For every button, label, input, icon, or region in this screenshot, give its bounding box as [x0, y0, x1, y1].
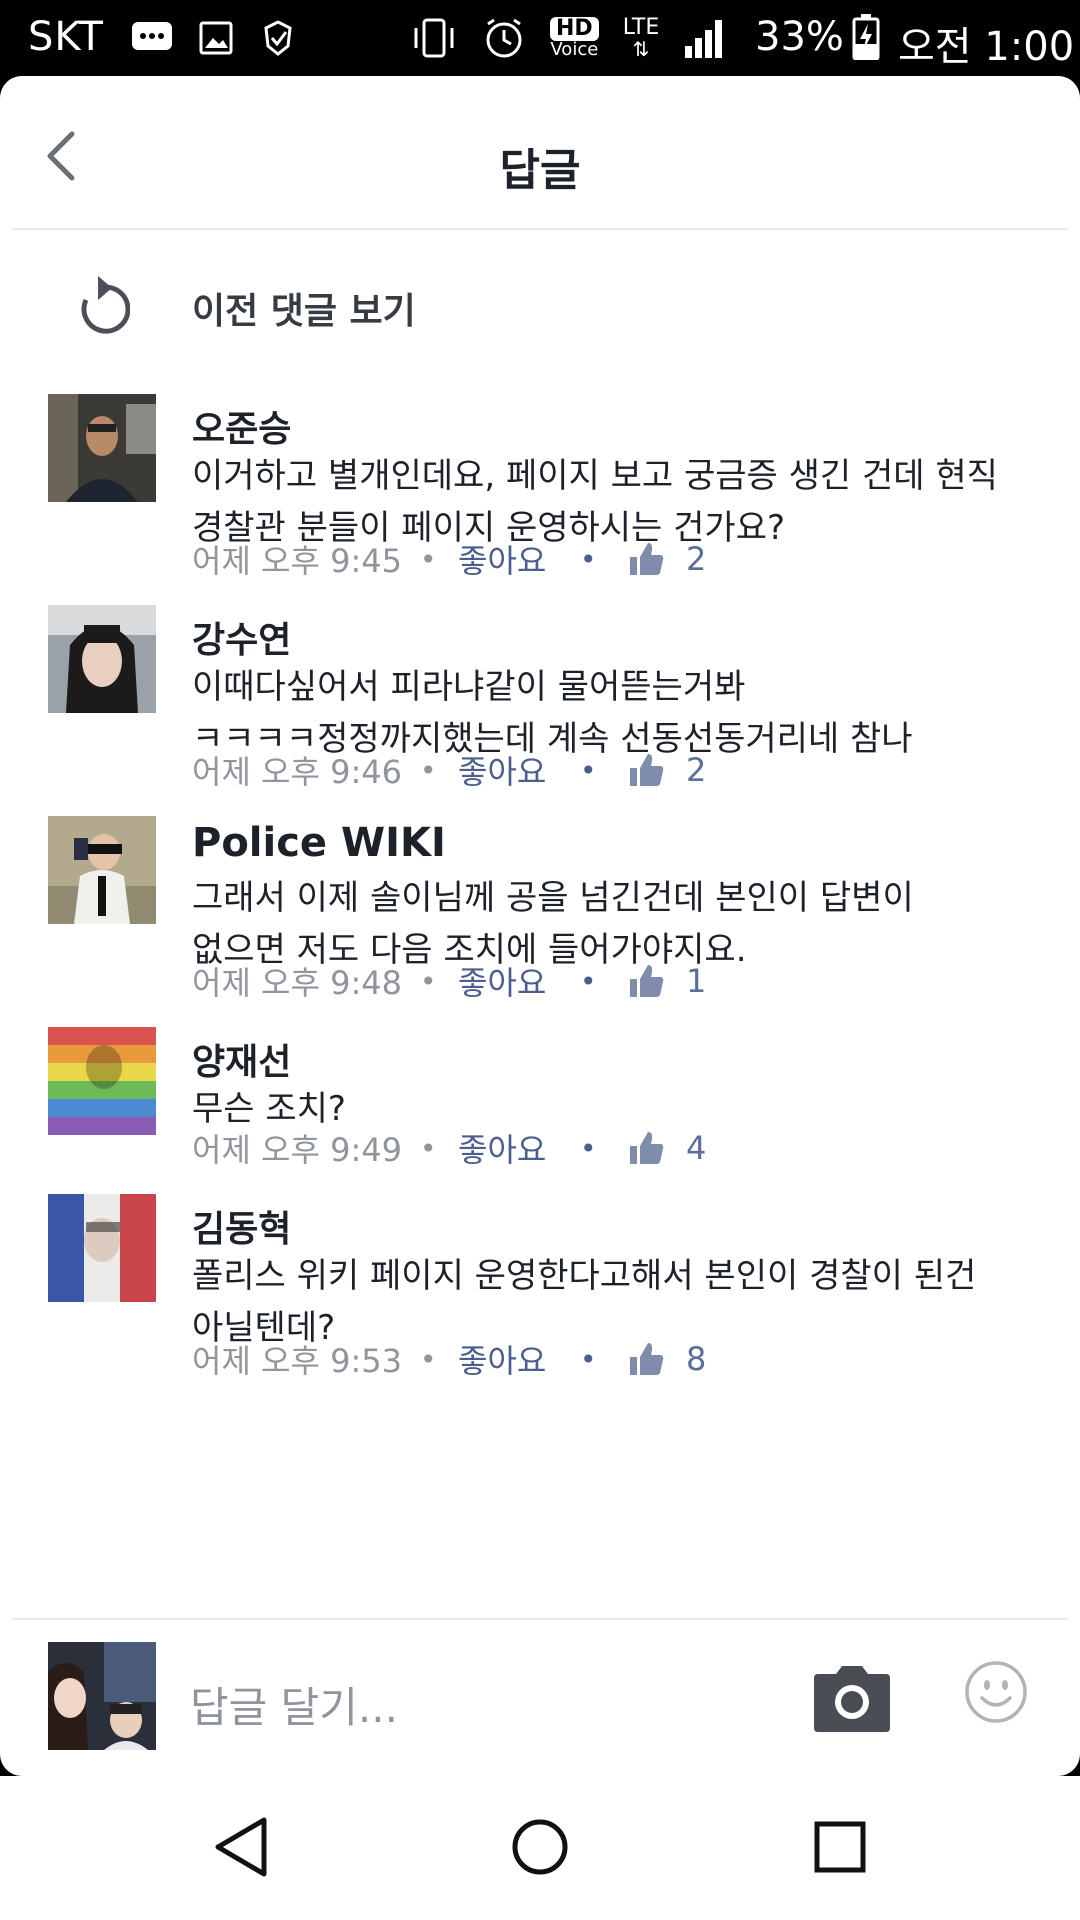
battery-percent: 33% — [755, 14, 844, 60]
status-bar: SKT HD Voice LTE ⇅ 33% 오전 1:00 — [0, 0, 1080, 76]
avatar[interactable] — [48, 394, 156, 502]
comment-item: 강수연 이때다싶어서 피라냐같이 물어뜯는거봐 ㅋㅋㅋㅋ정정까지했는데 계속 선… — [0, 605, 1080, 791]
thumbs-up-icon[interactable] — [626, 539, 666, 579]
comment-item: 김동혁 폴리스 위키 페이지 운영한다고해서 본인이 경찰이 된건 아닐텐데? … — [0, 1194, 1080, 1380]
comment-meta: 어제 오후 9:48 • 좋아요 • 1 — [192, 956, 706, 1006]
message-icon — [132, 22, 172, 50]
avatar[interactable] — [48, 1194, 156, 1302]
my-avatar — [48, 1642, 156, 1750]
vibrate-icon — [414, 18, 454, 58]
like-count: 1 — [686, 962, 707, 1000]
comment-meta: 어제 오후 9:45 • 좋아요 • 2 — [192, 534, 706, 584]
shield-icon — [264, 20, 292, 56]
view-previous-comments-button[interactable]: 이전 댓글 보기 — [0, 256, 1080, 366]
hd-voice-icon: HD Voice — [550, 16, 599, 60]
like-count: 2 — [686, 751, 707, 789]
like-count: 4 — [686, 1129, 707, 1167]
header: 답글 — [0, 76, 1080, 230]
avatar[interactable] — [48, 605, 156, 713]
comment-meta: 어제 오후 9:46 • 좋아요 • 2 — [192, 745, 706, 795]
alarm-icon — [486, 18, 522, 58]
back-triangle-icon[interactable] — [206, 1812, 276, 1882]
signal-icon — [685, 20, 723, 58]
avatar[interactable] — [48, 816, 156, 924]
comment-time: 어제 오후 9:49 — [192, 1131, 402, 1169]
like-button[interactable]: 좋아요 — [458, 536, 580, 582]
comment-author[interactable]: 강수연 — [192, 611, 291, 663]
refresh-icon — [81, 276, 130, 334]
comment-time: 어제 오후 9:46 — [192, 753, 402, 791]
comment-meta: 어제 오후 9:49 • 좋아요 • 4 — [192, 1123, 706, 1173]
camera-icon[interactable] — [812, 1664, 892, 1734]
lte-icon: LTE ⇅ — [622, 15, 660, 61]
like-count: 2 — [686, 540, 707, 578]
emoji-icon[interactable] — [964, 1660, 1028, 1724]
reply-input[interactable] — [188, 1670, 792, 1744]
comment-time: 어제 오후 9:45 — [192, 542, 402, 580]
thumbs-up-icon[interactable] — [626, 1128, 666, 1168]
composer-divider — [12, 1618, 1068, 1620]
comment-item: 오준승 이거하고 별개인데요, 페이지 보고 궁금증 생긴 건데 현직 경찰관 … — [0, 394, 1080, 580]
home-circle-icon[interactable] — [505, 1812, 575, 1882]
image-icon — [199, 21, 233, 55]
thumbs-up-icon[interactable] — [626, 750, 666, 790]
replies-panel: 답글 이전 댓글 보기 오준승 이거하고 별개인데요, 페이지 보고 궁금증 생… — [0, 76, 1080, 1776]
comment-author[interactable]: Police WIKI — [192, 820, 446, 866]
comment-author[interactable]: 김동혁 — [192, 1200, 291, 1252]
recents-square-icon[interactable] — [805, 1812, 875, 1882]
carrier-label: SKT — [28, 14, 104, 60]
avatar[interactable] — [48, 1027, 156, 1135]
comment-time: 어제 오후 9:53 — [192, 1342, 402, 1380]
comment-item: 양재선 무슨 조치? 어제 오후 9:49 • 좋아요 • 4 — [0, 1027, 1080, 1169]
like-button[interactable]: 좋아요 — [458, 958, 580, 1004]
comment-time: 어제 오후 9:48 — [192, 964, 402, 1002]
navigation-bar — [0, 1776, 1080, 1920]
comment-author[interactable]: 오준승 — [192, 400, 291, 452]
like-button[interactable]: 좋아요 — [458, 747, 580, 793]
comment-item: Police WIKI 그래서 이제 솔이님께 공을 넘긴건데 본인이 답변이 … — [0, 816, 1080, 1002]
like-button[interactable]: 좋아요 — [458, 1336, 580, 1382]
thumbs-up-icon[interactable] — [626, 1339, 666, 1379]
header-divider — [12, 228, 1068, 230]
reply-composer — [0, 1622, 1080, 1776]
like-button[interactable]: 좋아요 — [458, 1125, 580, 1171]
battery-charging-icon — [852, 14, 880, 60]
clock: 오전 1:00 — [898, 24, 1075, 70]
comment-author[interactable]: 양재선 — [192, 1033, 291, 1085]
page-title: 답글 — [499, 145, 581, 196]
thumbs-up-icon[interactable] — [626, 961, 666, 1001]
comment-meta: 어제 오후 9:53 • 좋아요 • 8 — [192, 1334, 706, 1384]
like-count: 8 — [686, 1340, 707, 1378]
view-previous-label: 이전 댓글 보기 — [192, 291, 416, 332]
